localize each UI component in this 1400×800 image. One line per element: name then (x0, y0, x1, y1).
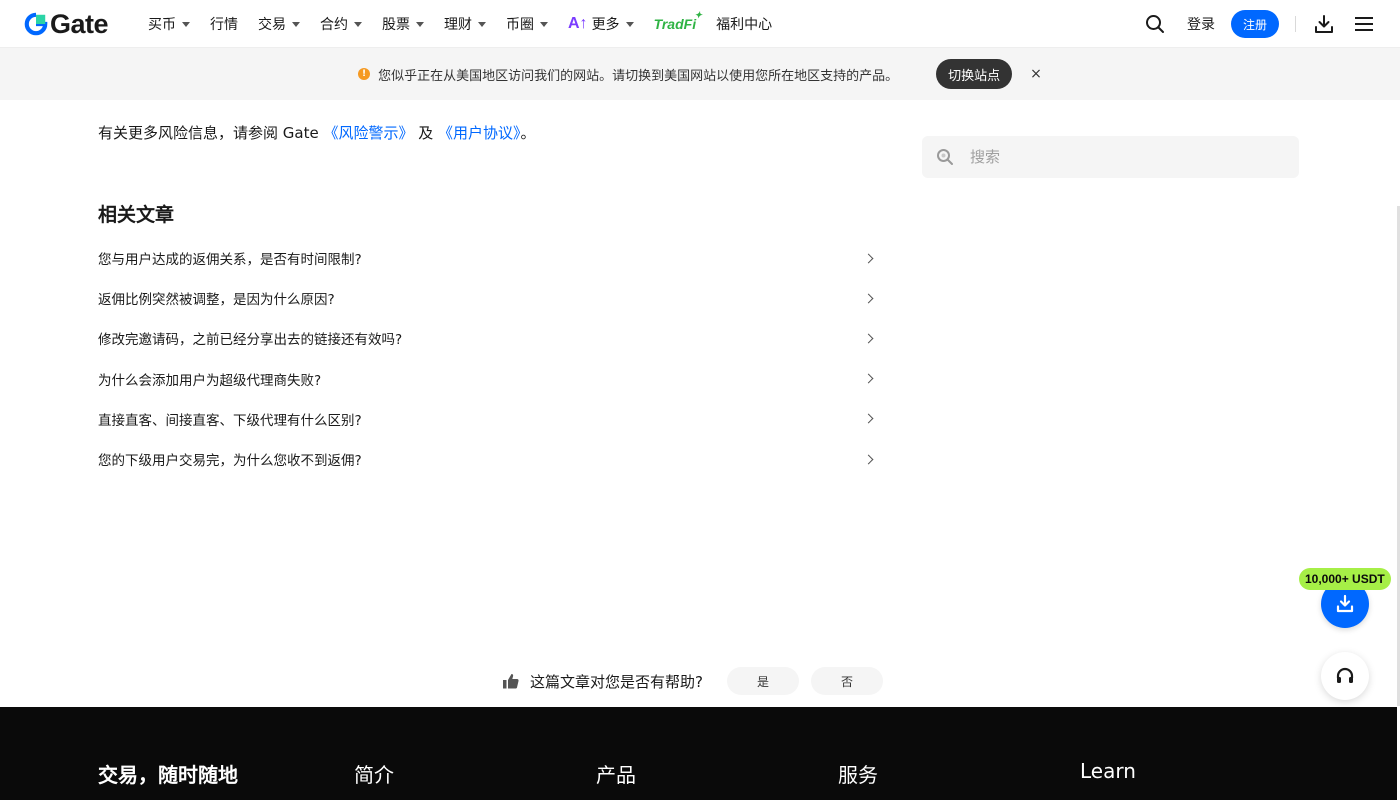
nav-label: 更多 (591, 17, 620, 33)
caret-down-icon (540, 21, 548, 27)
customer-support-button[interactable] (1321, 652, 1369, 700)
related-article-item[interactable]: 返佣比例突然被调整，是因为什么原因? (98, 278, 878, 318)
nav-label: 交易 (258, 17, 286, 33)
header-actions: 登录 注册 (1143, 0, 1376, 48)
related-articles-heading: 相关文章 (98, 204, 175, 226)
register-label: 注册 (1242, 17, 1267, 32)
gate-logo-icon (24, 12, 48, 36)
switch-site-label: 切换站点 (948, 68, 1001, 84)
nav-square[interactable]: 币圈 (506, 0, 548, 48)
footer-heading-learn: Learn (1080, 759, 1136, 783)
chevron-right-icon (863, 454, 874, 464)
risk-suffix: 。 (520, 124, 536, 142)
related-article-title: 修改完邀请码，之前已经分享出去的链接还有效吗? (98, 332, 403, 349)
related-article-title: 直接直客、间接直客、下级代理有什么区别? (98, 412, 362, 429)
download-icon (1336, 594, 1354, 613)
risk-prefix: 有关更多风险信息，请参阅 Gate (98, 124, 324, 142)
chevron-right-icon (863, 373, 874, 384)
risk-and: 及 (413, 124, 439, 142)
search-icon[interactable] (1143, 12, 1167, 36)
footer-heading-products: 产品 (596, 763, 636, 787)
chevron-right-icon (863, 333, 874, 344)
nav-label: 行情 (210, 17, 238, 33)
nav-label: 合约 (320, 17, 348, 33)
switch-site-button[interactable]: 切换站点 (936, 59, 1013, 89)
related-article-item[interactable]: 修改完邀请码，之前已经分享出去的链接还有效吗? (98, 318, 878, 358)
search-input[interactable] (970, 148, 1270, 166)
logo-text: Gate (50, 9, 109, 39)
caret-down-icon (416, 21, 424, 27)
gate-logo[interactable]: Gate (24, 9, 109, 39)
article-search (922, 136, 1299, 178)
notice-text: 您似乎正在从美国地区访问我们的网站。请切换到美国网站以使用您所在地区支持的产品。 (378, 68, 899, 84)
warning-icon: ! (358, 68, 371, 80)
feedback-yes-button[interactable]: 是 (726, 667, 799, 695)
caret-down-icon (478, 21, 486, 27)
nav-stocks[interactable]: 股票 (382, 0, 424, 48)
nav-welfare[interactable]: 福利中心 (716, 0, 772, 48)
risk-info-line: 有关更多风险信息，请参阅 Gate 《风险警示》 及 《用户协议》。 (98, 122, 536, 143)
feedback-yes-label: 是 (756, 674, 769, 689)
promo-badge[interactable]: 10,000+ USDT (1299, 568, 1391, 590)
nav-label: 福利中心 (716, 17, 773, 33)
nav-markets[interactable]: 行情 (210, 0, 238, 48)
headset-icon (1336, 667, 1354, 683)
risk-warning-link[interactable]: 《风险警示》 (323, 124, 413, 142)
download-icon[interactable] (1312, 12, 1336, 36)
nav-buy-crypto[interactable]: 买币 (148, 0, 190, 48)
sparkle-icon: ✦ (694, 10, 703, 20)
nav-more[interactable]: A↑ 更多 (568, 0, 634, 48)
article-feedback: 这篇文章对您是否有帮助? 是 否 (502, 664, 883, 698)
user-agreement-link[interactable]: 《用户协议》 (438, 124, 521, 142)
close-icon[interactable]: × (1030, 66, 1042, 82)
related-article-item[interactable]: 您与用户达成的返佣关系，是否有时间限制? (98, 238, 878, 278)
site-footer: 交易，随时随地 简介 产品 服务 Learn (0, 707, 1397, 800)
nav-label: 股票 (382, 17, 410, 33)
nav-futures[interactable]: 合约 (320, 0, 362, 48)
related-article-title: 您的下级用户交易完，为什么您收不到返佣? (98, 453, 362, 470)
caret-down-icon (625, 21, 634, 27)
region-notice-bar: ! 您似乎正在从美国地区访问我们的网站。请切换到美国网站以使用您所在地区支持的产… (0, 48, 1400, 100)
tradfi-label: TradFi (653, 16, 697, 32)
top-navbar: Gate 买币 行情 交易 合约 股票 理财 币圈 A↑ 更多 TradFi ✦ … (0, 0, 1400, 48)
feedback-no-label: 否 (840, 674, 853, 689)
footer-heading-services: 服务 (838, 763, 878, 787)
feedback-question: 这篇文章对您是否有帮助? (530, 672, 703, 691)
footer-heading-about: 简介 (354, 763, 394, 787)
feedback-no-button[interactable]: 否 (810, 667, 883, 695)
nav-label: 买币 (148, 17, 176, 33)
login-link[interactable]: 登录 (1187, 14, 1215, 34)
main-nav: 买币 行情 交易 合约 股票 理财 币圈 A↑ 更多 TradFi ✦ 福利中心 (148, 0, 792, 48)
nav-trade[interactable]: 交易 (258, 0, 300, 48)
related-article-item[interactable]: 为什么会添加用户为超级代理商失败? (98, 359, 878, 399)
chevron-right-icon (863, 413, 874, 424)
ai-icon: A↑ (568, 15, 588, 32)
related-article-title: 返佣比例突然被调整，是因为什么原因? (98, 292, 335, 309)
caret-down-icon (292, 21, 300, 27)
caret-down-icon (354, 21, 362, 27)
thumbs-up-icon (503, 674, 519, 689)
nav-tradfi[interactable]: TradFi ✦ (653, 0, 703, 48)
related-article-title: 为什么会添加用户为超级代理商失败? (98, 372, 322, 389)
chevron-right-icon (863, 253, 874, 264)
footer-heading-trade-anywhere: 交易，随时随地 (98, 763, 238, 787)
caret-down-icon (182, 21, 190, 27)
chevron-right-icon (863, 293, 874, 304)
related-article-item[interactable]: 您的下级用户交易完，为什么您收不到返佣? (98, 439, 878, 479)
promo-label: 10,000+ USDT (1305, 572, 1385, 586)
divider (1295, 16, 1296, 32)
nav-label: 币圈 (506, 17, 534, 33)
nav-label: 理财 (444, 17, 472, 33)
nav-earn[interactable]: 理财 (444, 0, 486, 48)
related-articles-list: 您与用户达成的返佣关系，是否有时间限制? 返佣比例突然被调整，是因为什么原因? … (98, 238, 878, 479)
related-article-title: 您与用户达成的返佣关系，是否有时间限制? (98, 252, 362, 269)
search-icon (937, 149, 953, 165)
related-article-item[interactable]: 直接直客、间接直客、下级代理有什么区别? (98, 399, 878, 439)
tradfi-logo: TradFi ✦ (653, 10, 703, 32)
register-button[interactable]: 注册 (1230, 10, 1279, 38)
menu-icon[interactable] (1352, 12, 1376, 36)
